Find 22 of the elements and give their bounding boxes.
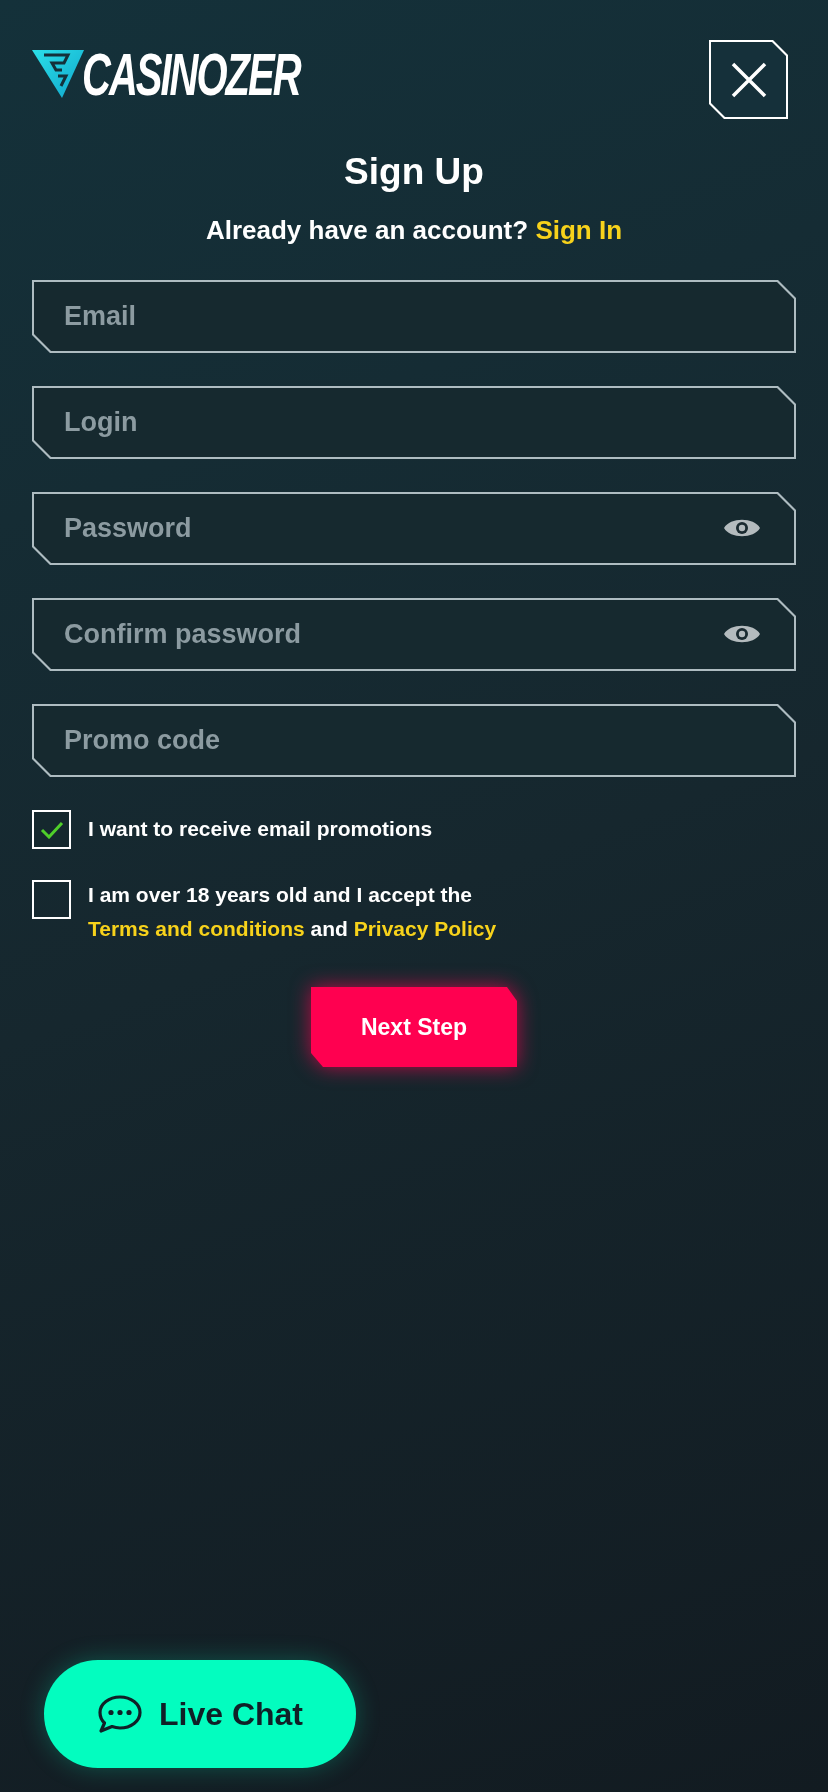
checkbox[interactable] xyxy=(32,810,71,849)
logo-text: CASINOZER xyxy=(82,44,300,104)
checkbox[interactable] xyxy=(32,880,71,919)
input-field[interactable]: Email xyxy=(32,280,796,353)
page-title: Sign Up xyxy=(343,150,485,194)
close-icon[interactable] xyxy=(730,61,767,98)
live-chat-button[interactable]: Live Chat xyxy=(44,1660,356,1768)
close-button[interactable] xyxy=(709,40,788,119)
text-link[interactable]: Privacy Policy xyxy=(353,917,497,940)
sign-in-prompt: Already have an account? Sign In xyxy=(204,214,624,246)
password-field[interactable]: Confirm password xyxy=(32,598,796,671)
input-field[interactable]: Promo code xyxy=(32,704,796,777)
checkbox-label: I want to receive email promotions xyxy=(88,816,434,842)
sign-in-link[interactable]: Sign In xyxy=(535,215,623,245)
chat-bubble-icon[interactable] xyxy=(97,1694,143,1734)
check-icon xyxy=(39,820,64,839)
input-field[interactable]: Login xyxy=(32,386,796,459)
password-field[interactable]: Password xyxy=(32,492,796,565)
logo-icon xyxy=(32,50,84,98)
checkbox-label: I am over 18 years old and I accept the Terms and conditions and Privacy Policy xyxy=(88,882,498,942)
next-step-button[interactable]: Next Step xyxy=(311,987,517,1067)
text-link[interactable]: Terms and conditions xyxy=(88,917,305,940)
